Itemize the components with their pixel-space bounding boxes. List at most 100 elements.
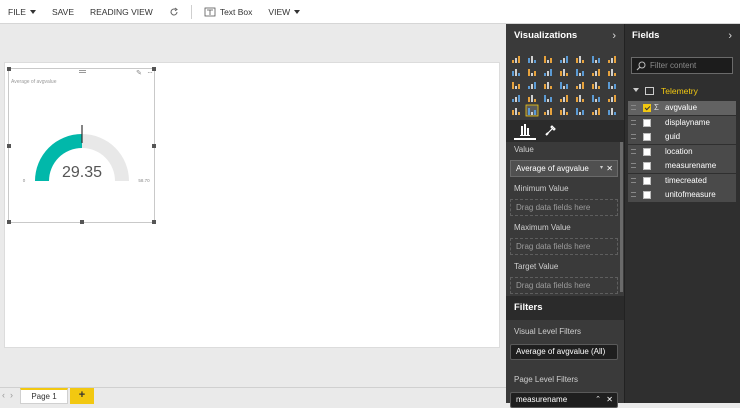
visual-type-icon[interactable] — [606, 92, 618, 103]
page-tab-1[interactable]: Page 1 — [20, 388, 68, 404]
pane-scrollbar[interactable] — [620, 142, 623, 292]
field-search-box[interactable] — [631, 57, 733, 74]
visual-type-icon[interactable] — [590, 79, 602, 90]
visual-type-icon[interactable] — [510, 66, 522, 77]
collapse-chevron-icon[interactable]: › — [612, 24, 616, 48]
add-page-button[interactable]: + — [70, 388, 94, 404]
visual-type-icon[interactable] — [558, 53, 570, 64]
file-menu[interactable]: FILE — [0, 0, 44, 24]
save-button[interactable]: SAVE — [44, 0, 82, 24]
field-item[interactable]: location — [628, 144, 736, 159]
resize-handle-right[interactable] — [152, 144, 156, 148]
field-checkbox[interactable] — [643, 118, 651, 127]
ribbon: FILE SAVE READING VIEW Text Box VIEW — [0, 0, 740, 24]
field-item[interactable]: measurename — [628, 159, 736, 173]
visual-type-icon[interactable] — [590, 92, 602, 103]
text-box-button[interactable]: Text Box — [196, 0, 261, 24]
reading-view-button[interactable]: READING VIEW — [82, 0, 161, 24]
field-search-input[interactable] — [650, 59, 730, 72]
visual-type-icon[interactable] — [510, 105, 522, 116]
visual-type-icon[interactable] — [574, 53, 586, 64]
field-checkbox[interactable] — [643, 104, 651, 112]
field-item[interactable]: guid — [628, 130, 736, 144]
visual-type-icon[interactable] — [510, 79, 522, 90]
expand-caret-icon[interactable] — [633, 88, 639, 92]
collapse-chevron-icon[interactable]: › — [728, 24, 732, 48]
visual-type-icon[interactable] — [558, 92, 570, 103]
visual-type-icon[interactable] — [590, 66, 602, 77]
field-item[interactable]: displayname — [628, 115, 736, 130]
visual-type-icon[interactable] — [574, 79, 586, 90]
drag-grip-icon[interactable] — [631, 119, 636, 125]
remove-field-icon[interactable]: ✕ — [606, 161, 613, 176]
visual-type-icon[interactable] — [574, 105, 586, 116]
visual-type-icon[interactable] — [542, 105, 554, 116]
visual-type-icon[interactable] — [606, 66, 618, 77]
refresh-button[interactable] — [161, 0, 187, 24]
visual-type-icon[interactable] — [558, 66, 570, 77]
table-telemetry[interactable]: Telemetry — [631, 84, 739, 98]
field-checkbox[interactable] — [643, 176, 651, 185]
next-page-icon[interactable]: › — [10, 390, 13, 400]
visual-type-icon[interactable] — [558, 79, 570, 90]
resize-handle-top-left[interactable] — [7, 67, 11, 71]
visual-type-icon[interactable] — [606, 53, 618, 64]
gauge-value-label: 29.35 — [62, 164, 102, 181]
visual-type-icon[interactable] — [606, 105, 618, 116]
drag-grip-icon[interactable] — [631, 105, 636, 110]
field-checkbox[interactable] — [643, 162, 651, 170]
paint-roller-icon[interactable] — [544, 123, 558, 137]
field-checkbox[interactable] — [643, 133, 651, 141]
visual-type-icon[interactable] — [542, 66, 554, 77]
field-name: displayname — [665, 117, 710, 127]
chevron-up-icon[interactable]: ⌃ — [595, 393, 601, 407]
drag-grip-icon[interactable] — [631, 148, 636, 154]
remove-filter-icon[interactable]: ✕ — [606, 393, 613, 407]
visual-type-icon[interactable] — [574, 92, 586, 103]
visual-type-icon[interactable] — [590, 105, 602, 116]
resize-handle-bottom[interactable] — [80, 220, 84, 224]
field-checkbox[interactable] — [643, 191, 651, 199]
visual-type-icon[interactable] — [510, 53, 522, 64]
prev-page-icon[interactable]: ‹ — [2, 390, 5, 400]
field-item[interactable]: Σavgvalue — [628, 101, 736, 115]
visual-type-icon[interactable] — [542, 92, 554, 103]
visual-type-icon[interactable] — [542, 79, 554, 90]
page-filter-card[interactable]: measurename ⌃ ✕ — [510, 392, 618, 408]
drag-grip-icon[interactable] — [631, 192, 636, 197]
resize-handle-bottom-right[interactable] — [152, 220, 156, 224]
visual-type-icon[interactable] — [574, 66, 586, 77]
resize-handle-top-right[interactable] — [152, 67, 156, 71]
view-menu[interactable]: VIEW — [260, 0, 308, 24]
drag-grip-icon[interactable] — [631, 134, 636, 139]
visual-type-icon[interactable] — [606, 79, 618, 90]
field-checkbox[interactable] — [643, 147, 651, 156]
chevron-down-icon[interactable]: ▾ — [600, 161, 603, 176]
visual-type-icon[interactable] — [525, 104, 539, 117]
visual-filter-card[interactable]: Average of avgvalue (All) — [510, 344, 618, 360]
fields-tab[interactable] — [514, 122, 536, 140]
visual-type-icon[interactable] — [542, 53, 554, 64]
value-well-field[interactable]: Average of avgvalue ▾ ✕ — [510, 160, 618, 177]
target-value-drop-zone[interactable]: Drag data fields here — [510, 277, 618, 294]
field-item[interactable]: unitofmeasure — [628, 188, 736, 202]
field-item[interactable]: timecreated — [628, 173, 736, 188]
visual-type-icon[interactable] — [526, 66, 538, 77]
visual-type-icon[interactable] — [590, 53, 602, 64]
visual-type-icon[interactable] — [526, 79, 538, 90]
gauge-visual[interactable]: ✎ ··· Average of avgvalue 29.35 0 58.70 — [7, 67, 156, 224]
visual-type-icon[interactable] — [510, 92, 522, 103]
drag-grip-icon[interactable] — [631, 177, 636, 183]
visual-type-icon[interactable] — [558, 105, 570, 116]
visual-type-icon[interactable] — [526, 53, 538, 64]
drag-grip-icon[interactable] — [631, 163, 636, 168]
minimum-value-drop-zone[interactable]: Drag data fields here — [510, 199, 618, 216]
minimum-value-label: Minimum Value — [514, 184, 569, 193]
resize-handle-left[interactable] — [7, 144, 11, 148]
visualization-gallery — [510, 53, 618, 117]
chevron-down-icon — [294, 9, 301, 14]
page-level-filters-label: Page Level Filters — [514, 375, 579, 384]
maximum-value-drop-zone[interactable]: Drag data fields here — [510, 238, 618, 255]
visual-type-icon[interactable] — [526, 92, 538, 103]
resize-handle-bottom-left[interactable] — [7, 220, 11, 224]
